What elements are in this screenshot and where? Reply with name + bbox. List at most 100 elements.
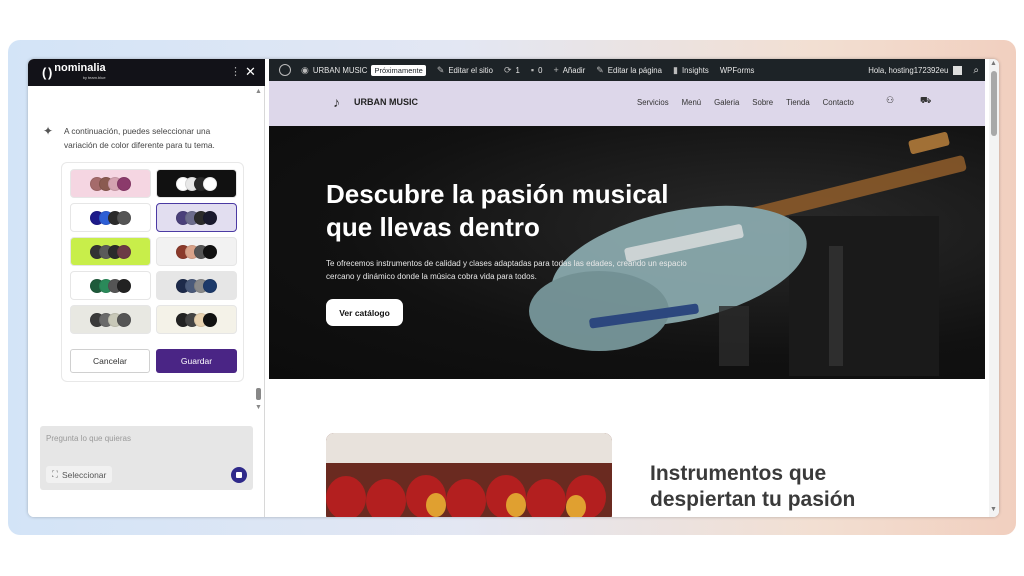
nav-item-galeria[interactable]: Galeria — [714, 98, 739, 107]
bar-chart-icon: ▮ — [672, 64, 678, 75]
guitar-image — [529, 132, 967, 376]
palette-option[interactable] — [70, 271, 151, 300]
add-label: Añadir — [562, 65, 586, 75]
hero-title: Descubre la pasión musical que llevas de… — [326, 179, 669, 242]
scroll-thumb[interactable] — [256, 388, 261, 400]
guitar-icon: ♪ — [333, 94, 340, 110]
add-new-link[interactable]: + Añadir — [553, 65, 585, 75]
wordpress-icon[interactable] — [279, 64, 291, 76]
edit-site-link[interactable]: ✎ Editar el sitio — [437, 65, 493, 76]
color-dot — [203, 176, 217, 191]
save-button[interactable]: Guardar — [156, 349, 237, 373]
edit-page-label: Editar la página — [607, 65, 662, 75]
nominalia-logo-icon: ( ) — [42, 65, 52, 80]
user-icon[interactable]: ⚇ — [886, 95, 894, 106]
color-dot — [203, 312, 217, 327]
select-label: Seleccionar — [61, 469, 107, 480]
palette-option[interactable] — [70, 237, 151, 266]
comment-icon: ▪ — [530, 65, 535, 75]
nav-item-contacto[interactable]: Contacto — [823, 98, 854, 107]
color-dot — [117, 210, 131, 225]
comments-count: 0 — [538, 65, 543, 75]
hero-description: Te ofrecemos instrumentos de calidad y c… — [326, 259, 687, 281]
scroll-down-icon[interactable]: ▼ — [255, 404, 262, 411]
brush-icon: ✎ — [436, 64, 445, 75]
site-nav: Servicios Menú Galeria Sobre Tienda Cont… — [637, 98, 854, 107]
insights-link[interactable]: ▮ Insights — [673, 65, 709, 76]
palette-option[interactable] — [156, 237, 237, 266]
admin-site-link[interactable]: ◉ URBAN MUSIC Próximamente — [301, 64, 426, 76]
scroll-up-icon[interactable]: ▲ — [255, 88, 262, 95]
guitars-image — [326, 433, 612, 517]
color-dot — [117, 176, 131, 191]
cart-icon[interactable]: ⛟ — [920, 95, 931, 107]
chat-input[interactable]: Pregunta lo que quieras ⛶ Seleccionar — [40, 426, 253, 490]
search-icon[interactable]: ⌕ — [973, 65, 979, 76]
admin-site-name: URBAN MUSIC — [312, 65, 368, 75]
admin-account[interactable]: Hola, hosting172392eu ⌕ — [868, 59, 979, 81]
updates-link[interactable]: ⟳ 1 — [504, 65, 520, 76]
greeting: Hola, hosting172392eu — [868, 65, 949, 75]
palette-option[interactable] — [70, 305, 151, 334]
hero-section: Descubre la pasión musical que llevas de… — [269, 126, 985, 379]
select-button[interactable]: ⛶ Seleccionar — [46, 466, 113, 483]
nav-item-servicios[interactable]: Servicios — [637, 98, 669, 107]
palette-icon: ◉ — [301, 64, 309, 75]
color-dot — [117, 244, 131, 259]
site-preview: ♪ URBAN MUSIC Servicios Menú Galeria Sob… — [269, 81, 985, 517]
plus-icon: + — [553, 65, 559, 75]
palette-option[interactable] — [70, 203, 151, 232]
assistant-message: A continuación, puedes seleccionar una v… — [64, 126, 215, 150]
refresh-icon: ⟳ — [504, 64, 512, 75]
site-title[interactable]: URBAN MUSIC — [354, 97, 418, 107]
color-dot — [203, 244, 217, 259]
color-dot — [117, 312, 131, 327]
color-dot — [203, 210, 217, 225]
edit-site-label: Editar el sitio — [448, 65, 493, 75]
stop-icon — [236, 472, 242, 478]
palette-option[interactable] — [156, 271, 237, 300]
scroll-thumb[interactable] — [991, 71, 997, 136]
nav-item-menu[interactable]: Menú — [682, 98, 702, 107]
admin-bar: ◉ URBAN MUSIC Próximamente ✎ Editar el siti… — [269, 59, 985, 81]
palette-option[interactable] — [156, 169, 237, 198]
stop-button[interactable] — [231, 467, 247, 483]
brand-name: nominalia — [54, 61, 106, 74]
site-header: ♪ URBAN MUSIC Servicios Menú Galeria Sob… — [269, 81, 985, 126]
close-icon[interactable]: ✕ — [245, 64, 256, 80]
more-options-icon[interactable]: ⋮ — [230, 65, 241, 78]
palette-option[interactable] — [70, 169, 151, 198]
updates-count: 1 — [515, 65, 520, 75]
color-dot — [117, 278, 131, 293]
pencil-icon: ✎ — [596, 64, 604, 75]
guitars-photo — [326, 433, 612, 517]
insights-label: Insights — [681, 65, 709, 75]
edit-page-link[interactable]: ✎ Editar la página — [596, 65, 662, 76]
brand-logo: nominalia by team.blue — [54, 61, 106, 82]
color-dot — [203, 278, 217, 293]
coming-soon-badge: Próximamente — [371, 64, 426, 76]
panel-header: ( ) nominalia by team.blue ⋮ ✕ — [28, 59, 265, 86]
app-window: ( ) nominalia by team.blue ⋮ ✕ ▲ ▼ ✦ A co… — [28, 59, 999, 517]
select-icon: ⛶ — [52, 469, 58, 479]
wpforms-label: WPForms — [719, 65, 755, 75]
nav-item-tienda[interactable]: Tienda — [786, 98, 810, 107]
palette-option[interactable] — [156, 305, 237, 334]
nav-item-sobre[interactable]: Sobre — [752, 98, 773, 107]
main-scrollbar[interactable]: ▲ ▼ — [989, 59, 999, 517]
scroll-up-icon[interactable]: ▲ — [990, 60, 997, 67]
panel-scrollbar[interactable]: ▲ ▼ — [255, 88, 263, 418]
scroll-down-icon[interactable]: ▼ — [990, 506, 997, 513]
comments-link[interactable]: ▪ 0 — [531, 65, 543, 75]
cancel-button[interactable]: Cancelar — [70, 349, 150, 373]
chat-placeholder: Pregunta lo que quieras — [46, 434, 131, 443]
assistant-panel: ( ) nominalia by team.blue ⋮ ✕ ▲ ▼ ✦ A co… — [28, 59, 265, 517]
wpforms-link[interactable]: WPForms — [720, 66, 755, 75]
section-title: Instrumentos que despiertan tu pasión — [650, 462, 856, 511]
brand-sub: by team.blue — [82, 74, 106, 80]
palette-option[interactable] — [156, 203, 237, 232]
sparkle-icon: ✦ — [43, 124, 54, 138]
screen: ( ) nominalia by team.blue ⋮ ✕ ▲ ▼ ✦ A co… — [0, 0, 1024, 576]
catalog-button[interactable]: Ver catálogo — [326, 299, 403, 326]
avatar — [953, 65, 963, 75]
